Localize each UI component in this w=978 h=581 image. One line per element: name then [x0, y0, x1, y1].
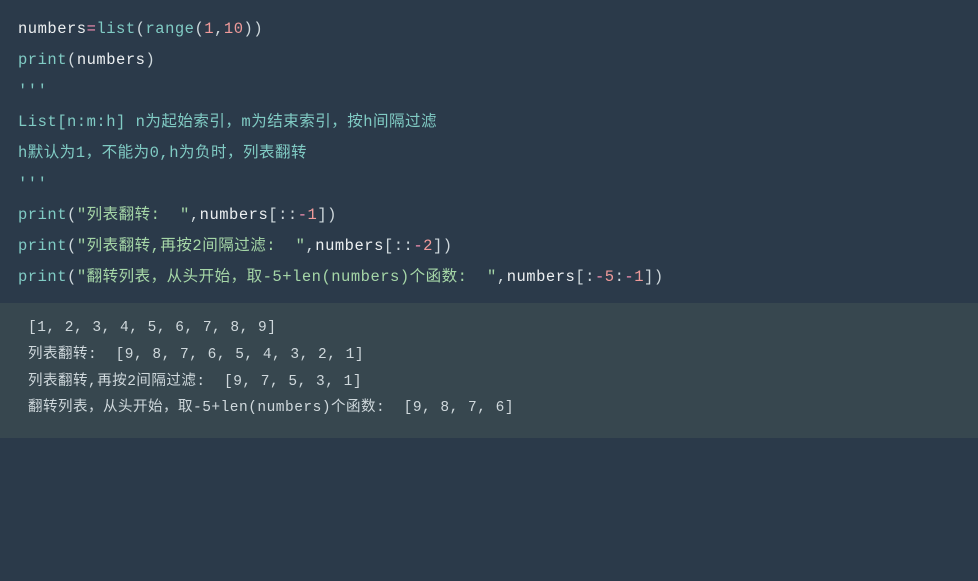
function: print	[18, 51, 67, 69]
variable: numbers	[77, 51, 146, 69]
minus: -	[413, 237, 423, 255]
function: print	[18, 237, 67, 255]
variable: numbers	[507, 268, 576, 286]
bracket: ]	[644, 268, 654, 286]
function: print	[18, 268, 67, 286]
code-line: numbers=list(range(1,10))	[18, 14, 960, 45]
output-line: 翻转列表，从头开始，取-5+len(numbers)个函数: [9, 8, 7,…	[28, 395, 950, 422]
code-editor[interactable]: numbers=list(range(1,10)) print(numbers)…	[0, 0, 978, 303]
number: 2	[423, 237, 433, 255]
minus: -	[595, 268, 605, 286]
output-panel: [1, 2, 3, 4, 5, 6, 7, 8, 9] 列表翻转: [9, 8,…	[0, 303, 978, 438]
variable: numbers	[18, 20, 87, 38]
number: 10	[224, 20, 244, 38]
number: 1	[634, 268, 644, 286]
variable: numbers	[315, 237, 384, 255]
docstring-delim: '''	[18, 175, 47, 193]
string: "列表翻转: "	[77, 206, 190, 224]
bracket: ]	[433, 237, 443, 255]
operator: =	[87, 20, 97, 38]
output-line: 列表翻转,再按2间隔过滤: [9, 7, 5, 3, 1]	[28, 369, 950, 396]
docstring: List[n:m:h] n为起始索引，m为结束索引，按h间隔过滤	[18, 113, 437, 131]
comma: ,	[190, 206, 200, 224]
minus: -	[624, 268, 634, 286]
paren: (	[67, 51, 77, 69]
string: "列表翻转,再按2间隔过滤: "	[77, 237, 306, 255]
paren: )	[327, 206, 337, 224]
bracket: ]	[317, 206, 327, 224]
code-line: '''	[18, 76, 960, 107]
code-line: print("列表翻转,再按2间隔过滤: ",numbers[::-2])	[18, 231, 960, 262]
function: list	[96, 20, 135, 38]
paren: (	[136, 20, 146, 38]
bracket: [	[268, 206, 278, 224]
comma: ,	[214, 20, 224, 38]
paren: (	[67, 268, 77, 286]
colon: :	[288, 206, 298, 224]
output-line: [1, 2, 3, 4, 5, 6, 7, 8, 9]	[28, 315, 950, 342]
docstring-delim: '''	[18, 82, 47, 100]
code-line: print("列表翻转: ",numbers[::-1])	[18, 200, 960, 231]
bracket: [	[575, 268, 585, 286]
paren: )	[443, 237, 453, 255]
string: "翻转列表，从头开始，取-5+len(numbers)个函数: "	[77, 268, 497, 286]
paren: (	[194, 20, 204, 38]
output-line: 列表翻转: [9, 8, 7, 6, 5, 4, 3, 2, 1]	[28, 342, 950, 369]
colon: :	[404, 237, 414, 255]
code-line: h默认为1，不能为0,h为负时，列表翻转	[18, 138, 960, 169]
function: print	[18, 206, 67, 224]
colon: :	[585, 268, 595, 286]
colon: :	[615, 268, 625, 286]
paren: )	[244, 20, 254, 38]
number: 1	[204, 20, 214, 38]
paren: (	[67, 206, 77, 224]
number: 1	[308, 206, 318, 224]
minus: -	[298, 206, 308, 224]
code-line: List[n:m:h] n为起始索引，m为结束索引，按h间隔过滤	[18, 107, 960, 138]
number: 5	[605, 268, 615, 286]
comma: ,	[497, 268, 507, 286]
code-line: print(numbers)	[18, 45, 960, 76]
comma: ,	[305, 237, 315, 255]
colon: :	[394, 237, 404, 255]
paren: (	[67, 237, 77, 255]
variable: numbers	[200, 206, 269, 224]
code-line: '''	[18, 169, 960, 200]
docstring: h默认为1，不能为0,h为负时，列表翻转	[18, 144, 307, 162]
code-line: print("翻转列表，从头开始，取-5+len(numbers)个函数: ",…	[18, 262, 960, 293]
paren: )	[654, 268, 664, 286]
colon: :	[278, 206, 288, 224]
paren: )	[253, 20, 263, 38]
bracket: [	[384, 237, 394, 255]
function: range	[145, 20, 194, 38]
paren: )	[145, 51, 155, 69]
